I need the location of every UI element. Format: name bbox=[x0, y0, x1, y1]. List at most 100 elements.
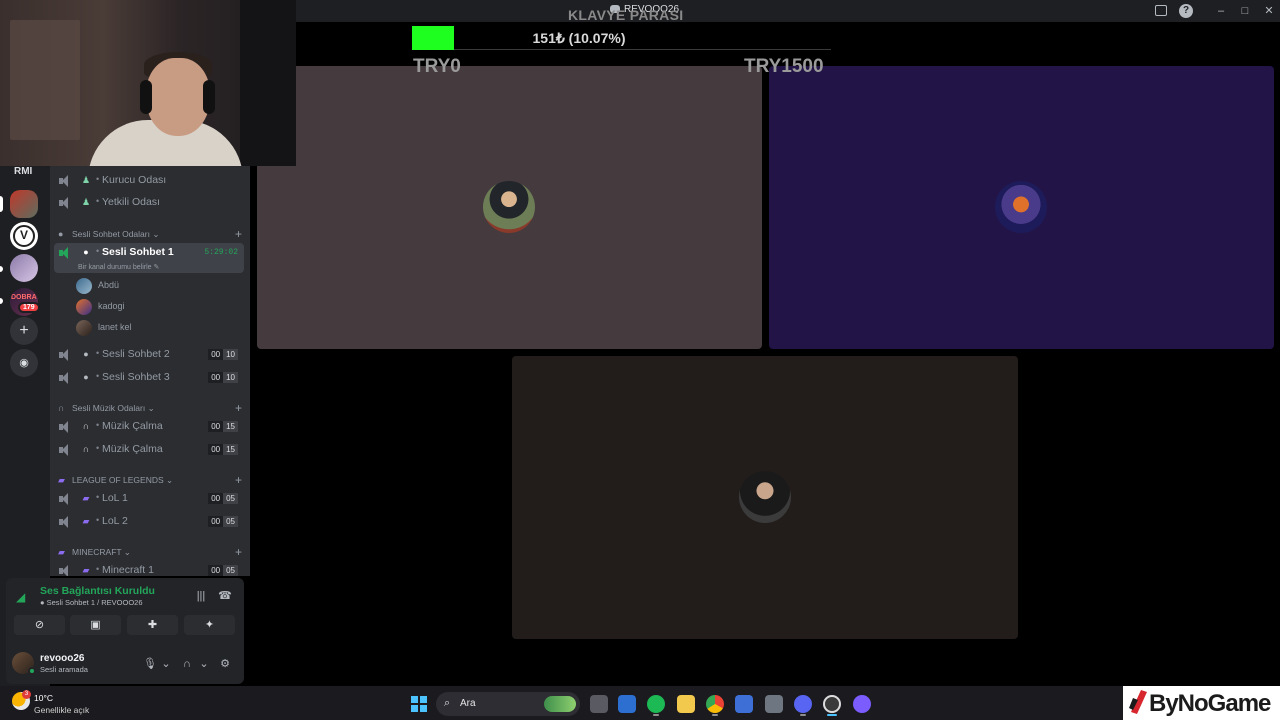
user-limit-counter: 00 10 bbox=[208, 372, 238, 383]
channel-name: Müzik Çalma bbox=[102, 443, 163, 455]
speaker-icon bbox=[59, 421, 71, 433]
voice-channel[interactable]: ♟ • Yetkili Odası bbox=[54, 193, 244, 213]
chevron-down-icon[interactable]: ⌄ bbox=[197, 657, 211, 671]
voice-user[interactable]: lanet kel bbox=[76, 319, 236, 337]
avatar bbox=[76, 320, 92, 336]
category-minecraft[interactable]: ▰ MINECRAFT ⌄ + bbox=[58, 545, 244, 560]
speaker-icon bbox=[59, 516, 71, 528]
maximize-button[interactable]: □ bbox=[1238, 4, 1252, 18]
participant-avatar bbox=[739, 471, 791, 523]
file-explorer-icon[interactable] bbox=[677, 695, 695, 713]
taskbar-search[interactable]: ⌕ Ara bbox=[436, 692, 580, 716]
channel-status-prompt[interactable]: Bir kanal durumu belirle ✎ bbox=[78, 263, 159, 271]
user-limit-counter: 00 05 bbox=[208, 565, 238, 576]
inbox-icon[interactable] bbox=[1155, 5, 1167, 16]
gear-icon[interactable]: ⚙ bbox=[218, 657, 232, 671]
obs-icon[interactable] bbox=[823, 695, 841, 713]
chat-bubble-icon: ● bbox=[83, 247, 89, 257]
user-status: Sesli aramada bbox=[40, 665, 88, 674]
voice-channel[interactable]: ∩ • Müzik Çalma 00 15 bbox=[54, 417, 244, 437]
close-button[interactable]: ✕ bbox=[1262, 4, 1276, 18]
create-channel-icon[interactable]: + bbox=[235, 401, 242, 415]
app-icon[interactable] bbox=[765, 695, 783, 713]
store-icon[interactable] bbox=[618, 695, 636, 713]
category-music[interactable]: ∩ Sesli Müzik Odaları ⌄ + bbox=[58, 401, 244, 416]
noise-suppression-icon[interactable]: ||| bbox=[193, 588, 209, 604]
app-icon[interactable] bbox=[853, 695, 871, 713]
mail-icon[interactable] bbox=[735, 695, 753, 713]
speaker-icon bbox=[59, 444, 71, 456]
server-icon-3[interactable] bbox=[10, 254, 38, 282]
bynogame-logo-icon bbox=[1129, 690, 1147, 714]
channel-list: ♟ • Kurucu Odası ♟ • Yetkili Odası ● Ses… bbox=[50, 166, 250, 576]
activities-button[interactable]: ✚ bbox=[127, 615, 178, 635]
weather-temperature[interactable]: 10°C bbox=[34, 693, 53, 703]
server-4-text: DOBRA bbox=[11, 294, 37, 301]
add-server-button[interactable]: + bbox=[10, 317, 38, 345]
chevron-down-icon[interactable]: ⌄ bbox=[159, 657, 173, 671]
chat-bubble-icon: ● bbox=[83, 349, 89, 359]
channel-name: Kurucu Odası bbox=[102, 174, 167, 186]
soundboard-button[interactable]: ✦ bbox=[184, 615, 235, 635]
voice-connected-title[interactable]: Ses Bağlantısı Kuruldu bbox=[40, 585, 155, 597]
start-button[interactable] bbox=[411, 696, 427, 712]
video-tile-user-3[interactable] bbox=[512, 356, 1018, 639]
voice-channel[interactable]: ∩ • Müzik Çalma 00 15 bbox=[54, 440, 244, 460]
chrome-icon[interactable] bbox=[706, 695, 724, 713]
online-status-dot bbox=[28, 667, 36, 675]
voice-user-name: lanet kel bbox=[98, 322, 132, 332]
voice-connection-panel: ◢ Ses Bağlantısı Kuruldu ● Sesli Sohbet … bbox=[6, 578, 244, 684]
voice-channel[interactable]: ♟ • Kurucu Odası bbox=[54, 171, 244, 191]
voice-channel-active[interactable]: ● • Sesli Sohbet 1 5:29:02 Bir kanal dur… bbox=[54, 243, 244, 273]
voice-user[interactable]: kadogi bbox=[76, 298, 236, 316]
weather-badge: 3 bbox=[22, 690, 31, 699]
headphones-icon: ∩ bbox=[82, 421, 90, 431]
participant-avatar bbox=[483, 181, 535, 233]
goal-amount: 151₺ (10.07%) bbox=[532, 30, 626, 46]
weather-description[interactable]: Genellikle açık bbox=[34, 705, 89, 715]
discord-icon[interactable] bbox=[794, 695, 812, 713]
category-label: Sesli Sohbet Odaları bbox=[72, 229, 150, 239]
avatar bbox=[76, 278, 92, 294]
mention-badge: 179 bbox=[18, 302, 40, 313]
user-name[interactable]: revooo26 bbox=[40, 653, 84, 664]
signal-icon[interactable]: ◢ bbox=[16, 590, 30, 604]
minimize-button[interactable]: – bbox=[1214, 4, 1228, 18]
goal-min-label: TRY0 bbox=[413, 56, 461, 77]
spotify-icon[interactable] bbox=[647, 695, 665, 713]
help-icon[interactable]: ? bbox=[1179, 4, 1193, 18]
create-channel-icon[interactable]: + bbox=[235, 473, 242, 487]
category-lol[interactable]: ▰ LEAGUE OF LEGENDS ⌄ + bbox=[58, 473, 244, 488]
voice-channel[interactable]: ▰ • Minecraft 1 00 05 bbox=[54, 561, 244, 576]
disconnect-icon[interactable]: ☎ bbox=[217, 588, 233, 604]
gamepad-icon: ▰ bbox=[82, 565, 90, 575]
voice-user[interactable]: Abdü bbox=[76, 277, 236, 295]
channel-name: Sesli Sohbet 1 bbox=[102, 246, 174, 258]
gamepad-icon: ▰ bbox=[58, 475, 65, 485]
server-icon-2[interactable]: V bbox=[10, 222, 38, 250]
avatar bbox=[76, 299, 92, 315]
voice-channel[interactable]: ● • Sesli Sohbet 3 00 10 bbox=[54, 368, 244, 388]
screen-share-button[interactable]: ▣ bbox=[70, 615, 121, 635]
speaker-icon bbox=[59, 565, 71, 576]
discover-servers-button[interactable]: ◉ bbox=[10, 349, 38, 377]
create-channel-icon[interactable]: + bbox=[235, 227, 242, 241]
voice-channel[interactable]: ▰ • LoL 2 00 05 bbox=[54, 512, 244, 532]
voice-channel[interactable]: ▰ • LoL 1 00 05 bbox=[54, 489, 244, 509]
headphones-icon[interactable]: ∩ bbox=[180, 657, 194, 671]
task-view-icon[interactable] bbox=[590, 695, 608, 713]
video-tile-user-1[interactable] bbox=[257, 66, 762, 349]
headphones-icon: ∩ bbox=[82, 444, 90, 454]
server-icon-1[interactable] bbox=[10, 190, 38, 218]
microphone-icon[interactable]: 🎙 bbox=[143, 657, 157, 671]
category-voice[interactable]: ● Sesli Sohbet Odaları ⌄ + bbox=[58, 227, 244, 242]
voice-channel[interactable]: ● • Sesli Sohbet 2 00 10 bbox=[54, 345, 244, 365]
voice-connected-subtitle[interactable]: ● Sesli Sohbet 1 / REVOOO26 bbox=[40, 598, 143, 607]
video-tile-user-2[interactable] bbox=[769, 66, 1274, 349]
speaker-icon bbox=[59, 493, 71, 505]
camera-off-button[interactable]: ⊘ bbox=[14, 615, 65, 635]
channel-name: Sesli Sohbet 2 bbox=[102, 348, 170, 360]
search-placeholder: Ara bbox=[460, 698, 476, 709]
call-timer: 5:29:02 bbox=[204, 248, 238, 257]
create-channel-icon[interactable]: + bbox=[235, 545, 242, 559]
